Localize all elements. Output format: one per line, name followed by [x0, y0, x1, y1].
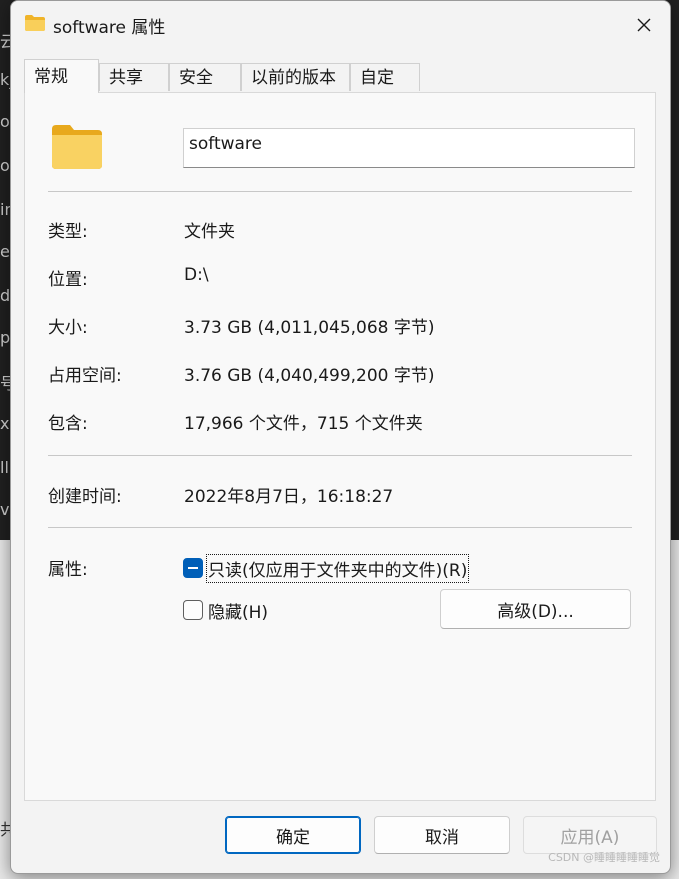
- close-button[interactable]: [618, 1, 670, 49]
- separator: [48, 191, 632, 192]
- readonly-label[interactable]: 只读(仅应用于文件夹中的文件)(R): [205, 554, 470, 583]
- readonly-checkbox[interactable]: [183, 558, 203, 578]
- attributes-label: 属性:: [48, 560, 88, 580]
- watermark: CSDN @睡睡睡睡睡觉: [548, 851, 660, 864]
- size-label: 大小:: [48, 318, 88, 338]
- created-value: 2022年8月7日，16:18:27: [184, 487, 394, 507]
- background-text: e: [0, 242, 10, 261]
- tab-previous-versions[interactable]: 以前的版本: [241, 63, 350, 91]
- cancel-button[interactable]: 取消: [374, 816, 510, 854]
- tab-sharing[interactable]: 共享: [99, 63, 169, 91]
- size-value: 3.73 GB (4,011,045,068 字节): [184, 318, 435, 338]
- tab-security[interactable]: 安全: [169, 63, 241, 91]
- size-on-disk-label: 占用空间:: [48, 366, 122, 386]
- tab-general[interactable]: 常规: [24, 59, 99, 93]
- separator: [48, 455, 632, 456]
- folder-icon: [25, 15, 45, 31]
- folder-icon: [52, 125, 102, 169]
- separator: [48, 527, 632, 528]
- hidden-label[interactable]: 隐藏(H): [208, 598, 268, 623]
- size-on-disk-value: 3.76 GB (4,040,499,200 字节): [184, 366, 435, 386]
- ok-button[interactable]: 确定: [225, 816, 361, 854]
- type-label: 类型:: [48, 222, 88, 242]
- advanced-button[interactable]: 高级(D)...: [440, 589, 631, 629]
- title-bar[interactable]: software 属性: [11, 1, 670, 49]
- close-icon: [637, 18, 651, 32]
- hidden-checkbox[interactable]: [183, 600, 203, 620]
- general-panel: 类型: 文件夹 位置: D:\ 大小: 3.73 GB (4,011,045,0…: [24, 92, 656, 801]
- location-label: 位置:: [48, 270, 88, 290]
- contains-value: 17,966 个文件，715 个文件夹: [184, 414, 423, 434]
- window-title: software 属性: [53, 18, 166, 38]
- contains-label: 包含:: [48, 414, 88, 434]
- background-text: x: [0, 414, 10, 433]
- background-text: ll: [0, 458, 9, 477]
- location-value: D:\: [184, 265, 209, 285]
- tab-customize[interactable]: 自定义: [350, 63, 420, 116]
- type-value: 文件夹: [184, 222, 235, 242]
- properties-dialog: software 属性 常规 共享 安全 以前的版本 自定义 类型: 文件夹 位…: [10, 0, 671, 874]
- background-text: p: [0, 328, 11, 347]
- folder-name-input[interactable]: [183, 128, 635, 168]
- created-label: 创建时间:: [48, 487, 122, 507]
